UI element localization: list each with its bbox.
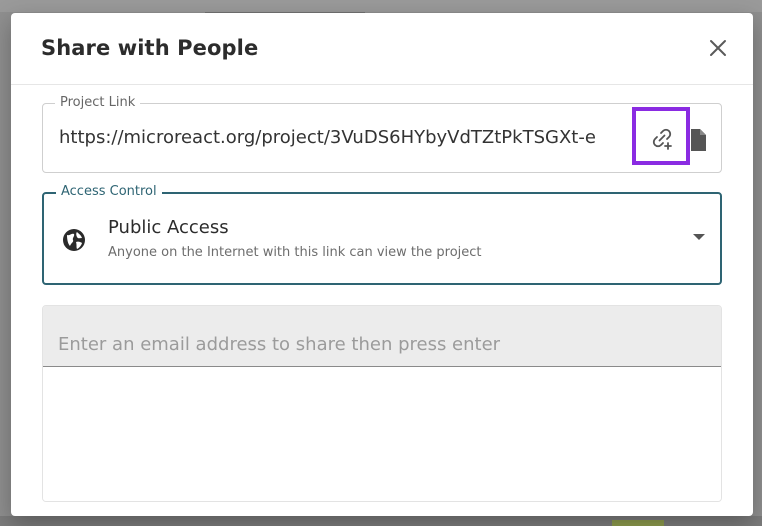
access-control-label: Access Control xyxy=(56,184,162,200)
close-button[interactable] xyxy=(705,35,731,61)
background-strip-top xyxy=(0,0,762,12)
background-chip xyxy=(612,520,664,526)
background-sketch xyxy=(205,0,365,13)
email-input-container xyxy=(43,306,721,367)
link-actions xyxy=(647,122,711,154)
project-link-label: Project Link xyxy=(55,95,141,111)
dialog-header: Share with People xyxy=(11,13,753,85)
copy-icon xyxy=(686,126,706,151)
email-share-area xyxy=(42,305,722,502)
access-control-select[interactable]: Access Control Public Access Anyone on t… xyxy=(42,184,722,285)
project-link-field: Project Link https://microreact.org/proj… xyxy=(42,95,722,173)
shared-people-list xyxy=(43,367,721,501)
globe-icon xyxy=(63,229,85,251)
add-link-button[interactable] xyxy=(647,122,677,154)
chevron-down-icon[interactable] xyxy=(693,234,705,240)
dialog-title: Share with People xyxy=(41,36,259,60)
close-icon xyxy=(710,40,726,56)
access-option-description: Anyone on the Internet with this link ca… xyxy=(108,245,482,260)
project-link-value[interactable]: https://microreact.org/project/3VuDS6HYb… xyxy=(59,127,629,148)
email-input[interactable] xyxy=(58,334,698,355)
copy-link-button[interactable] xyxy=(681,122,711,154)
share-dialog: Share with People Project Link https://m… xyxy=(11,13,753,516)
add-link-icon xyxy=(652,128,672,150)
access-option-title: Public Access xyxy=(108,217,229,238)
